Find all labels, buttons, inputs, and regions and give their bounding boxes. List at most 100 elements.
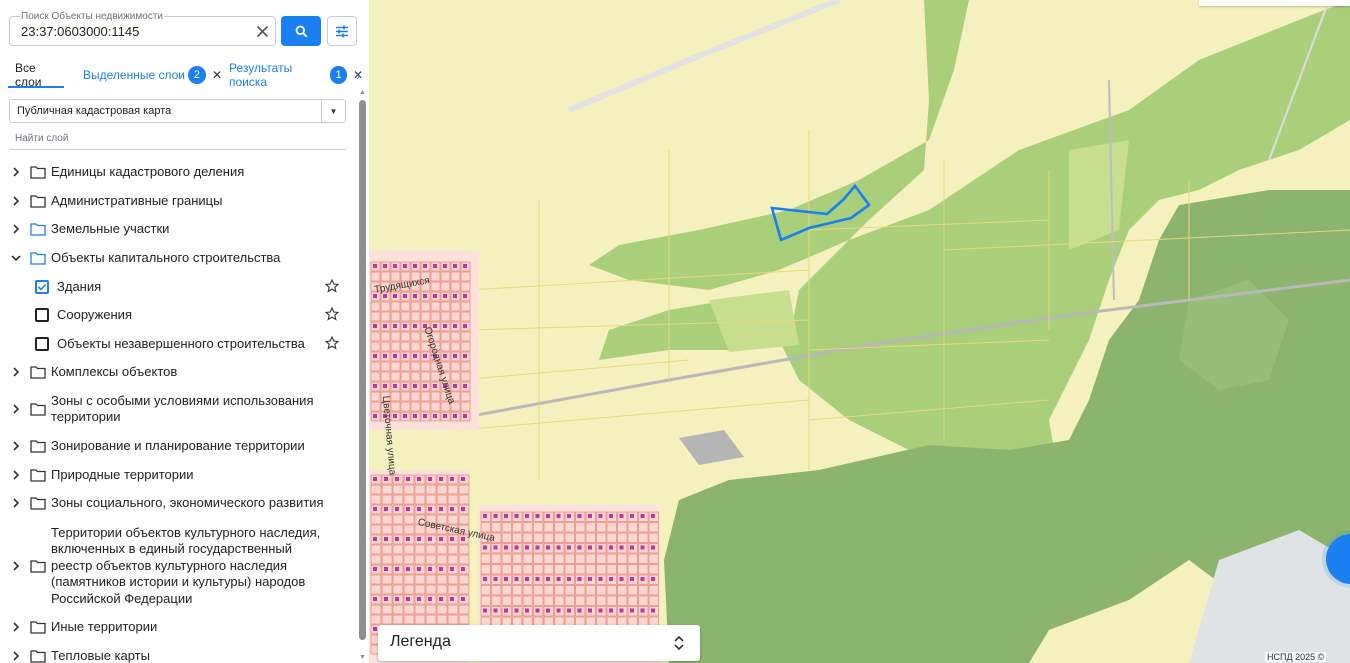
chevron-right-icon[interactable]	[10, 223, 22, 235]
layer-item[interactable]: Сооружения	[0, 306, 360, 324]
scroll-up-arrow[interactable]: ▲	[359, 89, 366, 97]
clear-search-button[interactable]	[253, 22, 271, 40]
land-parcel	[410, 301, 421, 312]
building	[413, 354, 417, 358]
building	[577, 577, 582, 581]
building	[450, 537, 454, 541]
chevron-right-icon[interactable]	[10, 166, 22, 178]
building	[651, 545, 655, 550]
tab-search-results[interactable]: Результаты поиска 1 ✕	[229, 61, 363, 89]
chevron-right-icon[interactable]	[10, 560, 22, 572]
layer-group-item[interactable]: Природные территории	[0, 466, 360, 484]
building	[439, 567, 443, 571]
land-parcel	[447, 574, 459, 585]
layer-group-item[interactable]: Зоны с особыми условиями использования т…	[0, 393, 360, 424]
land-parcel	[596, 595, 607, 606]
chevron-right-icon[interactable]	[10, 440, 22, 452]
land-parcel	[460, 331, 471, 342]
land-parcel	[512, 564, 523, 575]
building	[514, 577, 519, 581]
land-parcel	[501, 585, 512, 596]
building	[588, 545, 592, 550]
chevron-right-icon[interactable]	[10, 650, 22, 662]
layer-group-item[interactable]: Зоны социального, экономического развити…	[0, 494, 360, 512]
map-type-select[interactable]: Публичная кадастровая карта ▼	[9, 99, 346, 123]
land-parcel	[370, 371, 381, 382]
chevron-right-icon[interactable]	[10, 621, 22, 633]
chevron-right-icon[interactable]	[10, 469, 22, 481]
land-parcel	[450, 271, 461, 282]
layer-group-item[interactable]: Земельные участки	[0, 220, 360, 238]
land-parcel	[436, 604, 448, 615]
land-parcel	[380, 361, 391, 372]
map-canvas[interactable]: Трудящихся Огородная улица Цветочная ули…	[369, 0, 1350, 663]
land-parcel	[447, 544, 459, 555]
layer-item[interactable]: Здания	[0, 278, 360, 296]
land-parcel	[543, 585, 554, 596]
land-parcel	[575, 522, 586, 533]
star-icon[interactable]	[325, 279, 339, 293]
layer-checkbox[interactable]	[35, 308, 49, 322]
chevron-right-icon[interactable]	[10, 366, 22, 378]
land-parcel	[414, 484, 426, 495]
tab-all-layers[interactable]: Все слои	[8, 61, 64, 89]
land-parcel	[410, 361, 421, 372]
layer-group-item[interactable]: Административные границы	[0, 192, 360, 210]
building	[463, 414, 467, 418]
building	[525, 608, 529, 613]
layer-search-input[interactable]: Найти слой	[10, 133, 346, 150]
chevron-right-icon[interactable]	[10, 403, 22, 415]
layer-checkbox[interactable]	[35, 280, 49, 294]
land-parcel	[370, 311, 381, 322]
land-parcel	[491, 595, 502, 606]
land-parcel	[450, 301, 461, 312]
layer-group-item[interactable]: Зонирование и планирование территории	[0, 437, 360, 455]
star-icon[interactable]	[325, 307, 339, 321]
land-parcel	[390, 331, 401, 342]
land-parcel	[370, 341, 381, 352]
tab-selected-layers[interactable]: Выделенные слои 2 ✕	[83, 62, 222, 88]
land-parcel	[585, 553, 596, 564]
land-parcel	[381, 554, 393, 565]
map-top-control[interactable]	[1199, 0, 1350, 6]
layer-item[interactable]: Объекты незавершенного строительства	[0, 335, 360, 353]
land-parcel	[638, 564, 649, 575]
layer-checkbox[interactable]	[35, 337, 49, 351]
layer-group-item[interactable]: Территории объектов культурного наследия…	[0, 525, 360, 606]
search-button[interactable]	[281, 16, 321, 46]
layer-group-item[interactable]: Комплексы объектов	[0, 363, 360, 381]
legend-panel[interactable]: Легенда	[378, 625, 700, 661]
building	[630, 545, 634, 550]
search-input[interactable]: Поиск Объекты недвижимости 23:37:0603000…	[9, 11, 276, 46]
tabs-scroll-right-icon[interactable]: ›	[356, 62, 360, 88]
building	[651, 514, 655, 518]
road	[567, 0, 841, 113]
building	[403, 414, 407, 418]
star-icon[interactable]	[325, 336, 339, 350]
building	[384, 597, 388, 601]
building	[556, 514, 561, 518]
layer-group-item[interactable]: Тепловые карты	[0, 647, 360, 663]
land-parcel	[450, 371, 461, 382]
land-parcel	[458, 544, 470, 555]
building	[443, 264, 447, 268]
layer-group-item[interactable]: Иные территории	[0, 618, 360, 636]
land-parcel	[522, 522, 533, 533]
land-parcel	[585, 532, 596, 543]
land-parcel	[617, 522, 628, 533]
land-parcel	[392, 494, 404, 505]
land-parcel	[414, 584, 426, 595]
building	[453, 264, 457, 268]
land-parcel	[447, 484, 459, 495]
layer-group-item[interactable]: Объекты капитального строительства	[0, 249, 360, 267]
filter-button[interactable]	[327, 16, 357, 46]
close-selected-layers-tab[interactable]: ✕	[212, 68, 222, 82]
chevron-right-icon[interactable]	[10, 497, 22, 509]
building	[403, 264, 407, 268]
panel-scrollbar[interactable]	[359, 100, 366, 640]
chevron-right-icon[interactable]	[10, 195, 22, 207]
building	[393, 384, 397, 388]
layer-group-item[interactable]: Единицы кадастрового деления	[0, 163, 360, 181]
chevron-down-icon[interactable]	[10, 252, 22, 264]
scroll-down-arrow[interactable]: ▼	[359, 654, 366, 662]
